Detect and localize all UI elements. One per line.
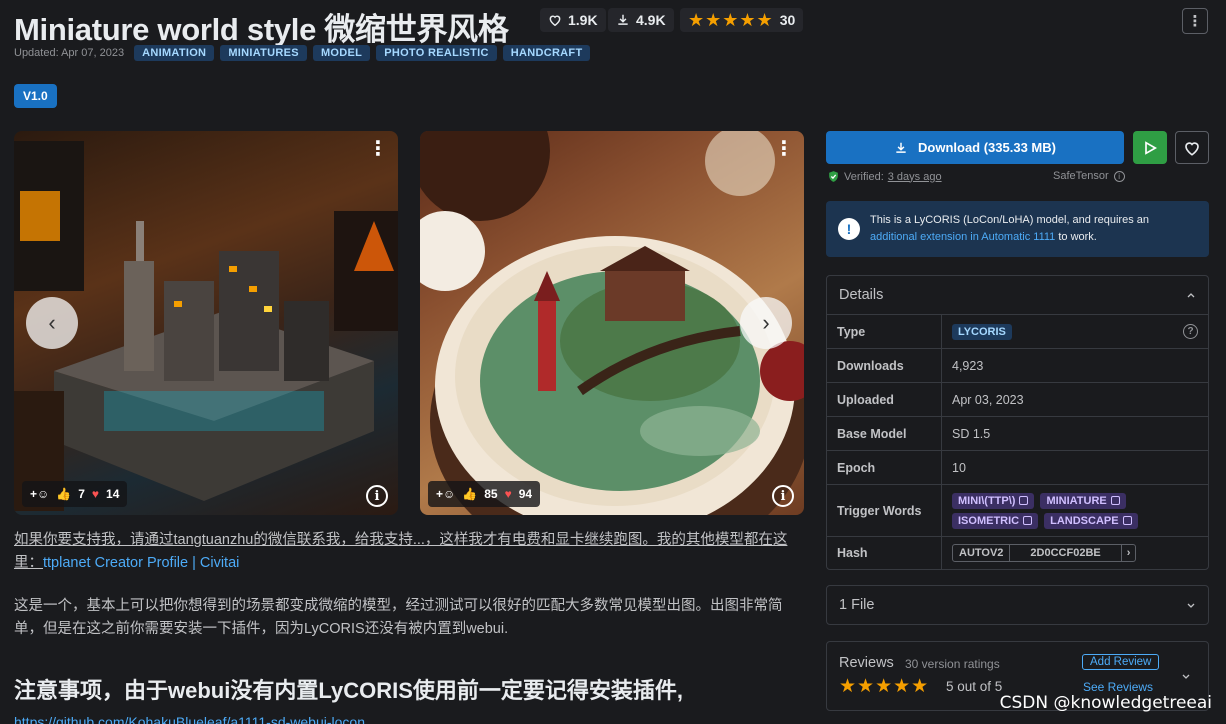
download-label: Download (335.33 MB) (918, 140, 1056, 155)
heart-icon (1185, 141, 1199, 156)
copy-icon (1019, 496, 1029, 505)
downloads-stat: 4.9K (608, 8, 674, 32)
hash-box[interactable]: AUTOV2 2D0CCF02BE › (952, 544, 1137, 562)
detail-row-hash: Hash AUTOV2 2D0CCF02BE › (827, 536, 1208, 569)
chevron-left-icon: ‹ (48, 310, 56, 335)
heart-reaction-icon[interactable]: ♥ (92, 487, 99, 501)
reaction-bar-2[interactable]: +☺ 👍 85 ♥ 94 (428, 481, 541, 507)
description-intro: 这是一个，基本上可以把你想得到的场景都变成微缩的模型，经过测试可以很好的匹配大多… (14, 598, 783, 637)
chevron-down-icon[interactable] (1181, 671, 1191, 681)
tag-model[interactable]: MODEL (312, 45, 371, 61)
help-icon[interactable]: ? (1183, 324, 1198, 339)
image-info-icon[interactable]: i (366, 485, 388, 507)
reaction-bar-1[interactable]: +☺ 👍 7 ♥ 14 (22, 481, 128, 507)
shield-check-icon (829, 171, 838, 182)
notice-heading: 注意事项，由于webui没有内置LyCORIS使用前一定要记得安装插件, (14, 678, 683, 703)
thumbs-count: 7 (78, 487, 85, 501)
review-stars: ★★★★★ (839, 676, 930, 697)
copy-icon (1110, 496, 1120, 505)
heart-icon (549, 15, 561, 27)
download-button[interactable]: Download (335.33 MB) (826, 131, 1124, 164)
files-title: 1 File (839, 597, 875, 613)
model-page: Miniature world style 微缩世界风格 1.9K 4.9K ★… (0, 0, 1226, 724)
likes-stat: 1.9K (540, 8, 606, 32)
hash-value[interactable]: 2D0CCF02BE (1010, 545, 1122, 561)
copy-icon (1122, 516, 1132, 525)
carousel-prev-button[interactable]: ‹ (26, 297, 78, 349)
download-icon (896, 142, 906, 153)
detail-row-downloads: Downloads 4,923 (827, 348, 1208, 382)
tag-handcraft[interactable]: HANDCRAFT (502, 45, 591, 61)
verified-status: Verified: 3 days ago (827, 170, 942, 183)
rating-count: 30 (779, 12, 796, 28)
safetensor-label: SafeTensor i (1053, 170, 1125, 182)
add-review-button[interactable]: Add Review (1082, 654, 1160, 670)
page-title: Miniature world style 微缩世界风格 (14, 12, 509, 47)
heart-reaction-icon[interactable]: ♥ (505, 487, 512, 501)
thumbs-count: 85 (484, 487, 498, 501)
chevron-right-icon: › (762, 310, 770, 335)
github-link[interactable]: https://github.com/KohakuBlueleaf/a1111-… (14, 714, 365, 724)
type-badge: LYCORIS (952, 323, 1012, 340)
heart-count: 14 (106, 487, 120, 501)
tag-miniatures[interactable]: MINIATURES (220, 45, 307, 61)
lycoris-alert: ! This is a LyCORIS (LoCon/LoHA) model, … (826, 201, 1209, 257)
carousel-next-button[interactable]: › (740, 297, 792, 349)
chevron-right-icon[interactable]: › (1122, 545, 1136, 561)
copy-icon (1023, 516, 1033, 525)
reviews-title: Reviews (839, 655, 894, 671)
hash-algo[interactable]: AUTOV2 (953, 545, 1011, 561)
play-icon (1145, 140, 1158, 155)
rating-stars: ★★★★★ (688, 9, 774, 30)
detail-row-base-model: Base Model SD 1.5 (827, 416, 1208, 450)
detail-row-epoch: Epoch 10 (827, 450, 1208, 484)
description-support: 如果你要支持我，请通过tangtuanzhu的微信联系我，给我支持...，这样我… (14, 529, 804, 575)
files-panel[interactable]: 1 File (826, 585, 1209, 625)
info-icon[interactable]: i (1113, 170, 1125, 182)
alert-text: This is a LyCORIS (LoCon/LoHA) model, an… (870, 214, 1149, 243)
creator-profile-link[interactable]: ttplanet Creator Profile | Civitai (43, 555, 239, 571)
add-reaction-icon[interactable]: +☺ (436, 487, 455, 501)
page-menu-button[interactable]: ⋮ (1182, 8, 1208, 34)
trigger-word-chip[interactable]: ISOMETRIC (952, 512, 1039, 529)
likes-count: 1.9K (568, 12, 598, 28)
rating-stat: ★★★★★ 30 (680, 8, 804, 32)
version-badge[interactable]: V1.0 (14, 84, 57, 108)
favorite-button[interactable] (1175, 131, 1209, 164)
details-header[interactable]: Details (827, 276, 1208, 314)
chevron-down-icon (1187, 603, 1195, 608)
meta-row: Updated: Apr 07, 2023 ANIMATION MINIATUR… (14, 45, 591, 61)
review-score: 5 out of 5 (946, 679, 1003, 694)
updated-date: Updated: Apr 07, 2023 (14, 47, 125, 59)
add-reaction-icon[interactable]: +☺ (30, 487, 49, 501)
image-menu-icon[interactable]: ⋮ (774, 139, 794, 159)
thumbs-up-icon[interactable]: 👍 (56, 487, 71, 501)
detail-row-trigger-words: Trigger Words MINI\(TTP\) MINIATURE ISOM… (827, 484, 1208, 536)
watermark: CSDN @knowledgetreeai (999, 693, 1212, 713)
details-panel: Details Type LYCORIS? Downloads 4,923 Up… (826, 275, 1209, 570)
detail-row-uploaded: Uploaded Apr 03, 2023 (827, 382, 1208, 416)
reviews-count: 30 version ratings (905, 657, 1000, 671)
downloads-count: 4.9K (636, 12, 666, 28)
trigger-word-chip[interactable]: MINI\(TTP\) (952, 492, 1035, 509)
run-button[interactable] (1133, 131, 1167, 164)
download-icon (618, 14, 628, 25)
see-reviews-link[interactable]: See Reviews (1083, 680, 1153, 694)
image-info-icon[interactable]: i (772, 485, 794, 507)
thumbs-up-icon[interactable]: 👍 (462, 487, 477, 501)
alert-info-icon: ! (838, 218, 860, 240)
tag-animation[interactable]: ANIMATION (134, 45, 215, 61)
verified-label: Verified: (844, 170, 884, 183)
chevron-up-icon (1187, 293, 1195, 298)
safetensor-text: SafeTensor (1053, 170, 1109, 182)
image-menu-icon[interactable]: ⋮ (368, 139, 388, 159)
trigger-word-chip[interactable]: MINIATURE (1040, 492, 1126, 509)
verified-date[interactable]: 3 days ago (888, 171, 942, 183)
trigger-word-chip[interactable]: LANDSCAPE (1044, 512, 1138, 529)
tag-photo-realistic[interactable]: PHOTO REALISTIC (376, 45, 497, 61)
detail-row-type: Type LYCORIS? (827, 314, 1208, 348)
details-title: Details (839, 287, 884, 303)
heart-count: 94 (518, 487, 533, 501)
extension-link[interactable]: additional extension in Automatic 1111 (870, 231, 1055, 243)
